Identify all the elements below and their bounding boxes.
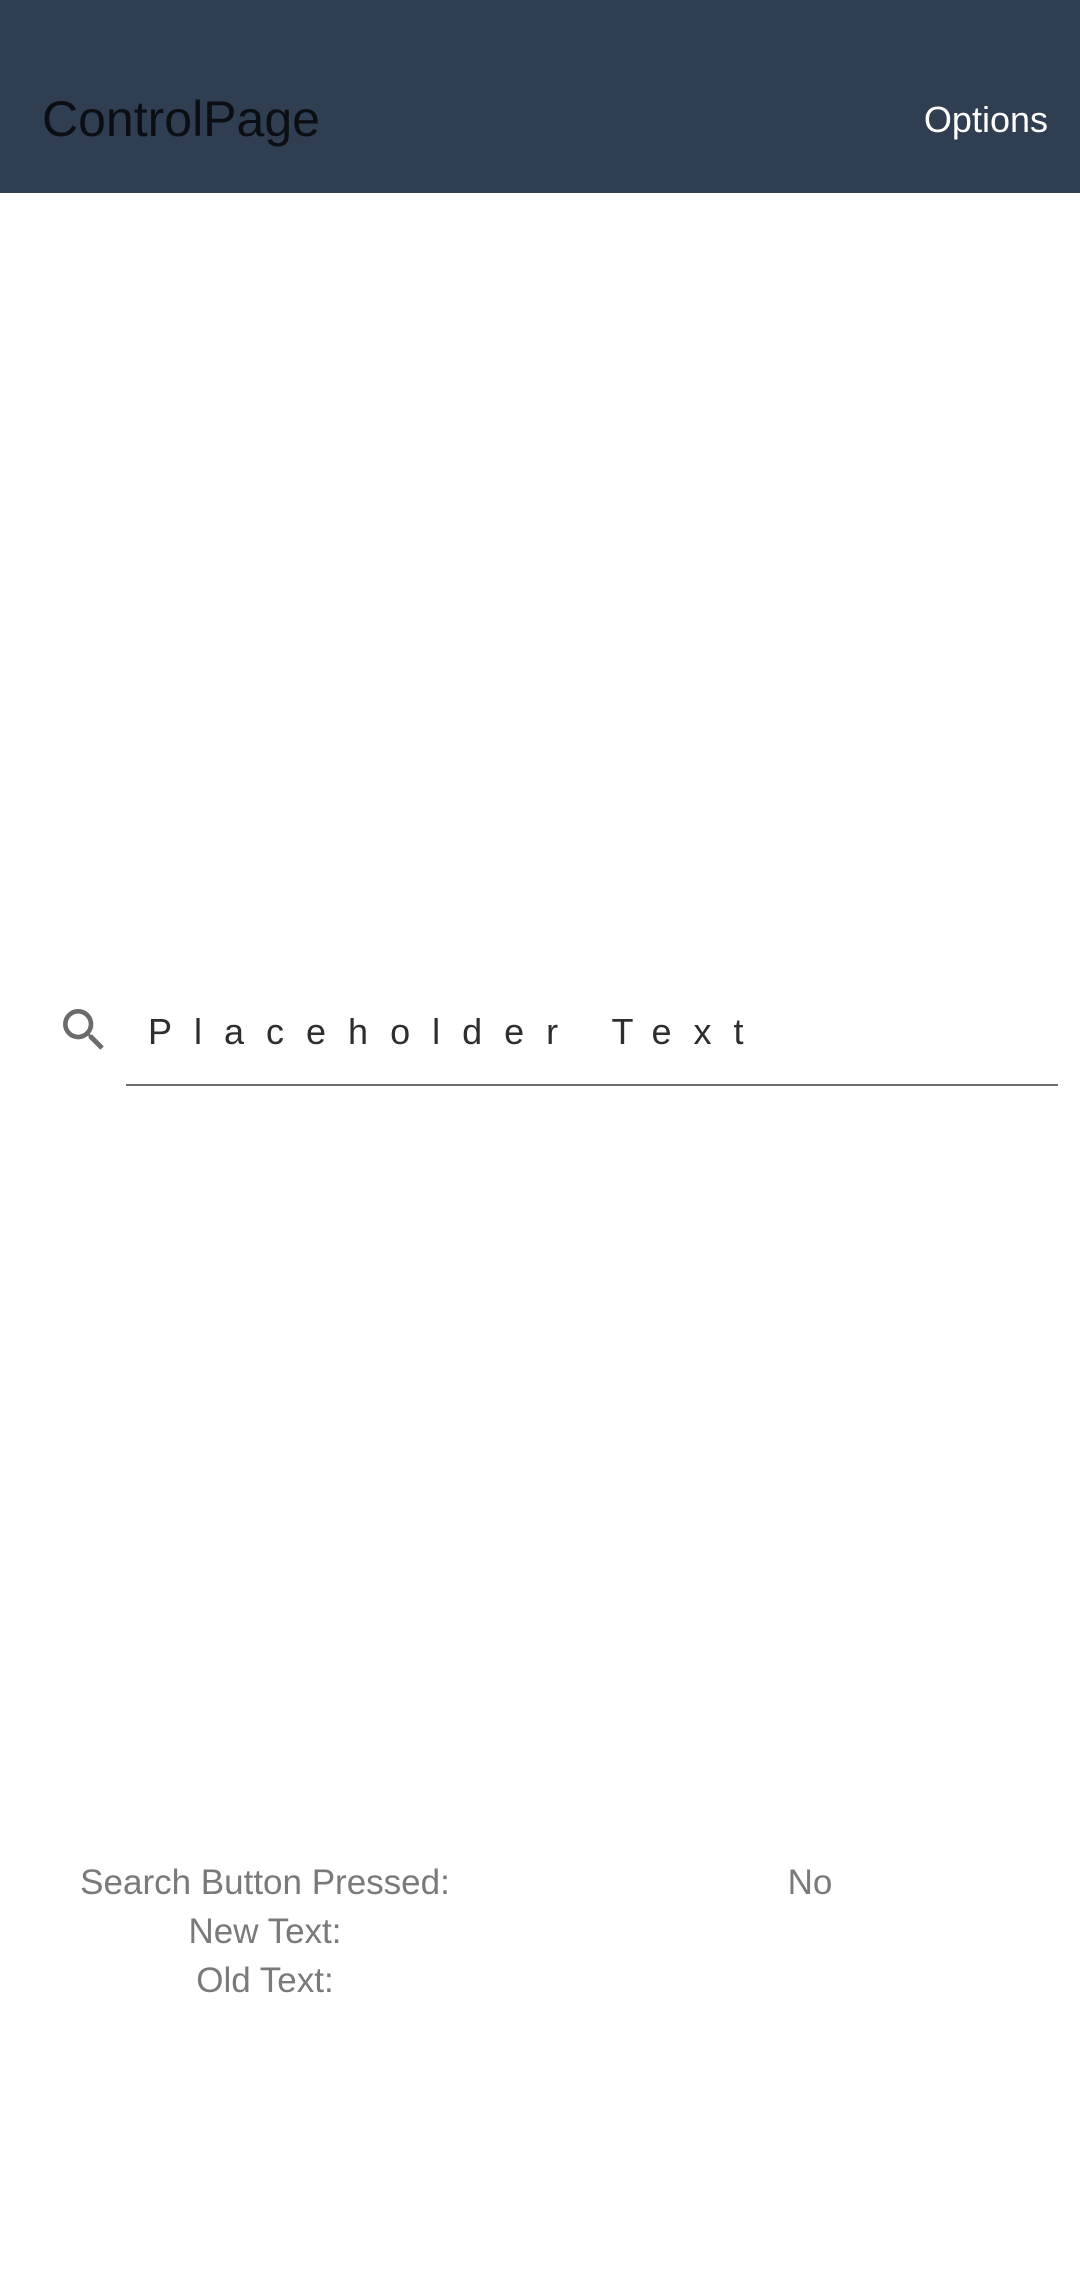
search-pressed-value: No (787, 1863, 833, 1902)
old-text-row: Old Text: (0, 1956, 1080, 2005)
search-pressed-label: Search Button Pressed: (80, 1863, 450, 1902)
status-block: Search Button Pressed: No New Text: Old … (0, 1858, 1080, 2005)
search-bar (0, 980, 1080, 1090)
search-input[interactable] (126, 980, 1058, 1086)
new-text-row: New Text: (0, 1907, 1080, 1956)
options-button[interactable]: Options (924, 96, 1048, 144)
new-text-label: New Text: (188, 1912, 342, 1951)
search-icon[interactable] (56, 1002, 112, 1058)
old-text-label: Old Text: (196, 1961, 334, 2000)
page-title: ControlPage (42, 91, 320, 147)
search-pressed-row: Search Button Pressed: No (0, 1858, 1080, 1907)
app-bar: ControlPage Options (0, 0, 1080, 193)
